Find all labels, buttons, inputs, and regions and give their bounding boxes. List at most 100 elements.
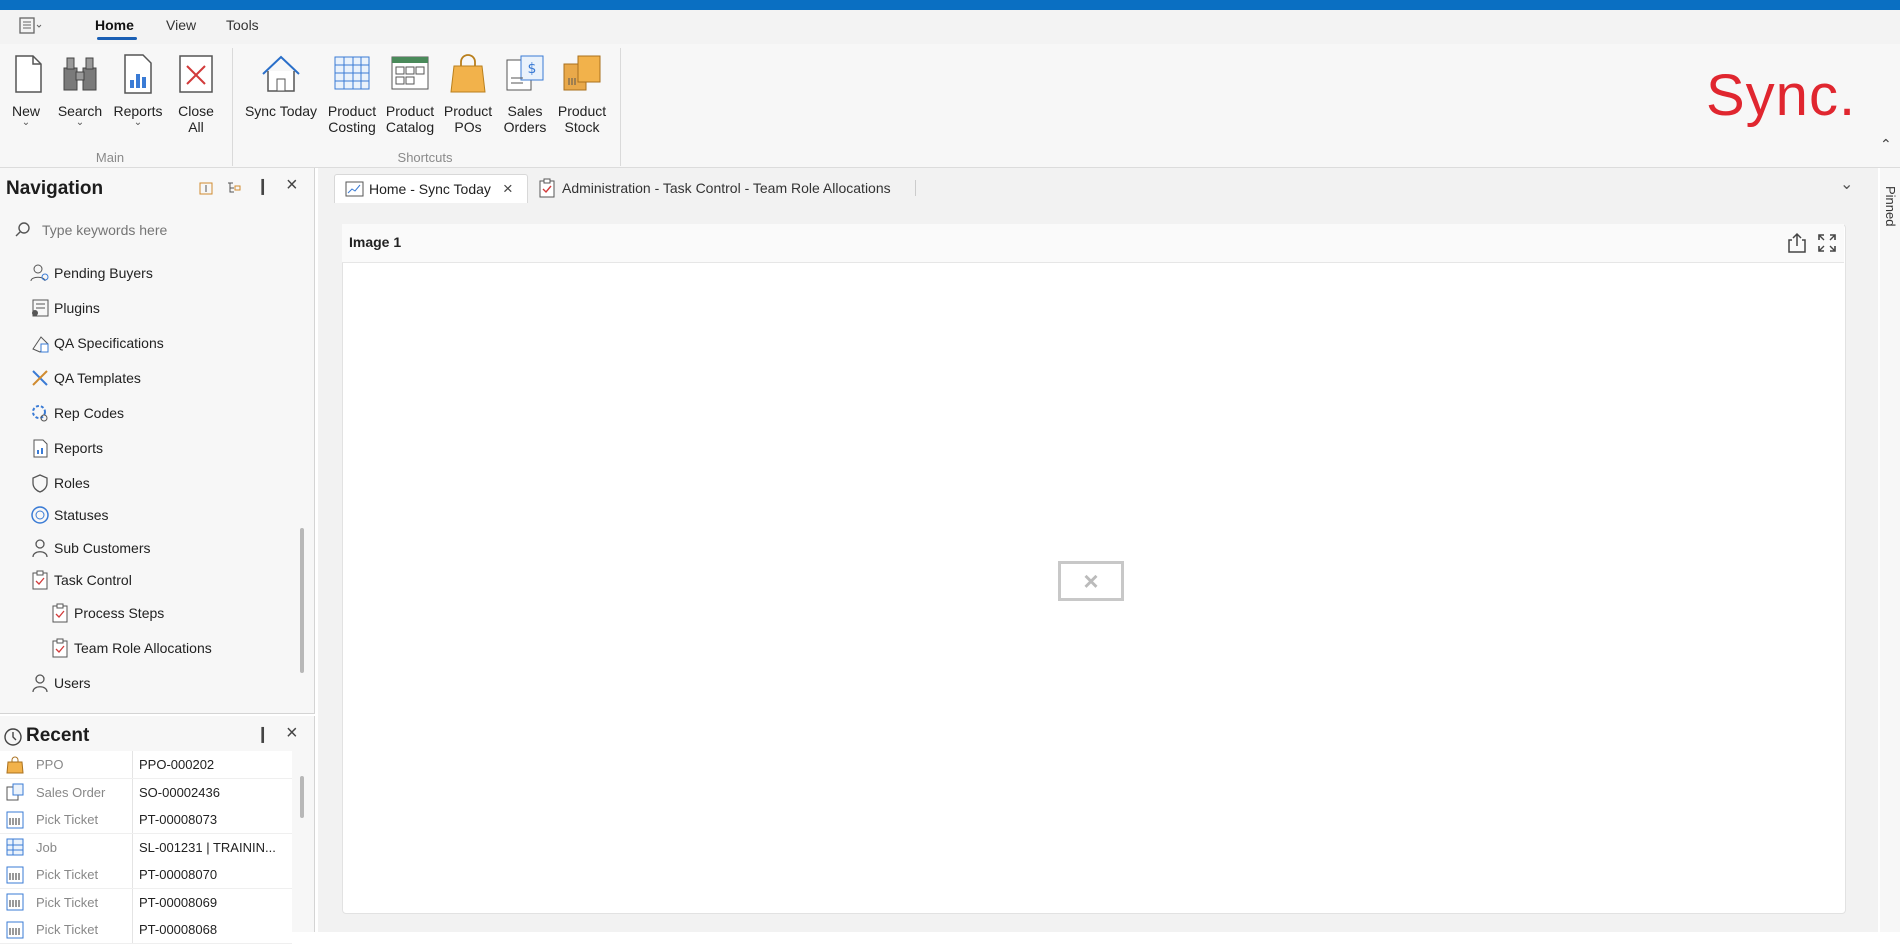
- image-card-header: [342, 224, 1844, 263]
- navigation-scrollbar[interactable]: [300, 528, 304, 673]
- clipboard-icon: [539, 178, 555, 198]
- nav-item-users[interactable]: Users: [30, 671, 91, 695]
- clipboard-icon: [32, 570, 48, 590]
- nav-item-pending-buyers[interactable]: Pending Buyers: [30, 261, 153, 285]
- group-label-main: Main: [95, 150, 125, 165]
- nav-item-label: QA Templates: [54, 370, 141, 386]
- plugin-icon: [32, 299, 49, 317]
- status-icon: [31, 506, 49, 524]
- recent-row-type: Pick Ticket: [26, 888, 133, 916]
- recent-row[interactable]: PPO PPO-000202: [0, 751, 292, 779]
- recent-row-value: PT-00008068: [139, 922, 218, 937]
- clipboard-icon: [52, 638, 68, 658]
- recent-row-type: PPO: [26, 751, 133, 778]
- sales-orders-button[interactable]: $ Sales Orders: [500, 44, 550, 135]
- recent-panel: Recent ❙ × PPO PPO-000202 Sales Order SO-00…: [0, 716, 315, 944]
- recent-row-value: PPO-000202: [139, 757, 215, 772]
- nav-item-label: Pending Buyers: [54, 265, 153, 281]
- tab-separator: [915, 180, 916, 196]
- reports-button[interactable]: Reports ⌄: [112, 44, 164, 128]
- recent-row[interactable]: Sales Order SO-00002436: [0, 778, 292, 807]
- app-menu-icon: [19, 17, 42, 34]
- tab-view[interactable]: View: [166, 17, 196, 33]
- nav-item-statuses[interactable]: Statuses: [30, 503, 108, 527]
- doc-tab-team-role-allocations[interactable]: Administration - Task Control - Team Rol…: [536, 174, 916, 202]
- nav-item-label: Sub Customers: [54, 540, 151, 556]
- collapse-tree-icon[interactable]: [226, 180, 242, 196]
- nav-item-label: Task Control: [54, 572, 132, 588]
- recent-row[interactable]: Pick Ticket PT-00008069: [0, 888, 292, 917]
- user-icon: [32, 674, 48, 693]
- tab-home[interactable]: Home: [95, 17, 134, 33]
- group-label-shortcuts: Shortcuts: [397, 150, 453, 165]
- ribbon-tab-row: [0, 10, 1900, 45]
- nav-item-qa-specifications[interactable]: QA Specifications: [30, 331, 164, 355]
- qa-spec-icon: [32, 336, 49, 353]
- nav-item-roles[interactable]: Roles: [30, 471, 90, 495]
- recent-row-value: PT-00008073: [139, 812, 218, 827]
- product-costing-button[interactable]: Product Costing: [326, 44, 378, 135]
- maximize-icon[interactable]: [1816, 232, 1838, 254]
- report-icon: [33, 439, 48, 458]
- close-all-label: Close All: [178, 103, 214, 135]
- nav-item-qa-templates[interactable]: QA Templates: [30, 366, 141, 390]
- navigation-search-input[interactable]: [40, 221, 284, 239]
- tab-tools[interactable]: Tools: [226, 17, 259, 33]
- nav-item-sub-customers[interactable]: Sub Customers: [30, 536, 150, 560]
- new-button[interactable]: New ⌄: [6, 44, 46, 128]
- nav-item-label: Process Steps: [74, 605, 165, 621]
- nav-item-label: Team Role Allocations: [74, 640, 212, 656]
- pick-ticket-icon: [6, 893, 24, 911]
- chevron-down-icon: ⌄: [75, 117, 85, 128]
- nav-item-plugins[interactable]: Plugins: [30, 296, 100, 320]
- product-catalog-button[interactable]: Product Catalog: [384, 44, 436, 135]
- tab-list-dropdown-icon[interactable]: ⌄: [1840, 174, 1853, 194]
- close-icon[interactable]: ×: [286, 722, 298, 745]
- sales-order-icon: $: [506, 55, 544, 91]
- recent-row[interactable]: Pick Ticket PT-00008068: [0, 916, 292, 944]
- close-tab-icon[interactable]: ×: [503, 179, 513, 199]
- recent-row-value: PT-00008070: [139, 867, 218, 882]
- nav-item-process-steps[interactable]: Process Steps: [50, 601, 164, 625]
- recent-row-type: Pick Ticket: [26, 916, 133, 943]
- search-button[interactable]: Search ⌄: [56, 44, 104, 128]
- pin-icon[interactable]: ❙: [256, 176, 269, 196]
- app-menu-button[interactable]: [18, 16, 44, 36]
- recent-row-type: Sales Order: [26, 778, 133, 806]
- chevron-down-icon: ⌄: [21, 117, 31, 128]
- recent-row[interactable]: Pick Ticket PT-00008070: [0, 861, 292, 889]
- doc-tab-label: Administration - Task Control - Team Rol…: [562, 180, 891, 196]
- recent-row-value: SO-00002436: [139, 784, 220, 800]
- nav-item-label: QA Specifications: [54, 335, 164, 351]
- nav-item-reports[interactable]: Reports: [30, 436, 103, 460]
- close-all-button[interactable]: Close All: [174, 44, 218, 135]
- nav-item-team-role-allocations[interactable]: Team Role Allocations: [50, 636, 212, 660]
- nav-item-label: Roles: [54, 475, 90, 491]
- product-catalog-label: Product Catalog: [385, 103, 435, 135]
- sales-order-icon: [6, 783, 24, 801]
- pin-icon[interactable]: ❙: [256, 724, 269, 744]
- export-icon[interactable]: [1786, 232, 1808, 254]
- product-stock-button[interactable]: Product Stock: [556, 44, 608, 135]
- bag-icon: [6, 756, 24, 773]
- recent-row-value: SL-001231 | TRAININ...: [139, 839, 276, 855]
- nav-item-rep-codes[interactable]: Rep Codes: [30, 401, 124, 425]
- pinned-side-tab[interactable]: Pinned: [1883, 186, 1898, 226]
- sales-orders-label: Sales Orders: [503, 103, 547, 135]
- clipboard-icon: [52, 603, 68, 623]
- product-stock-label: Product Stock: [557, 103, 607, 135]
- recent-scrollbar[interactable]: [300, 776, 304, 818]
- product-pos-button[interactable]: Product POs: [442, 44, 494, 135]
- shield-icon: [32, 474, 48, 493]
- doc-tab-home[interactable]: Home - Sync Today ×: [334, 174, 528, 203]
- recent-row[interactable]: Job SL-001231 | TRAININ...: [0, 833, 292, 862]
- recent-row[interactable]: Pick Ticket PT-00008073: [0, 806, 292, 834]
- expand-tree-icon[interactable]: [198, 180, 214, 196]
- active-tab-indicator: [97, 37, 137, 40]
- nav-item-task-control[interactable]: Task Control: [30, 568, 132, 592]
- navigation-search[interactable]: [14, 218, 294, 242]
- sync-today-button[interactable]: Sync Today: [244, 44, 318, 119]
- close-icon[interactable]: ×: [286, 174, 298, 197]
- collapse-ribbon-icon[interactable]: ⌃: [1880, 136, 1892, 153]
- house-icon: [262, 55, 300, 92]
